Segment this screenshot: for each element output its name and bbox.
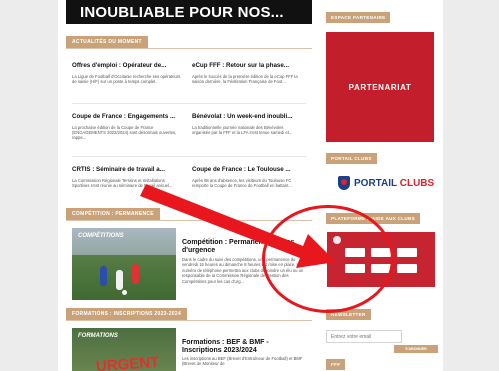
- hero-banner[interactable]: INOUBLIABLE POUR NOS...: [66, 0, 312, 24]
- portail-clubs-text: PORTAIL CLUBS: [354, 178, 434, 189]
- ball-icon: [122, 290, 127, 295]
- news-excerpt: Après 68 ans d'absence, les visiteurs du…: [192, 178, 292, 189]
- news-item[interactable]: CRTIS : Séminaire de travail a... La Com…: [72, 166, 182, 194]
- news-item[interactable]: Offres d'emploi : Opérateur de... La Lig…: [72, 62, 182, 90]
- section-label-competition: COMPÉTITION : PERMANENCE: [66, 208, 160, 220]
- subscribe-button[interactable]: S'ABONNER: [394, 345, 438, 353]
- annotation-circle: [262, 205, 394, 313]
- formations-title[interactable]: Formations : BEF & BMF - Inscriptions 20…: [182, 339, 308, 355]
- section-label-actualites: ACTUALITÉS DU MOMENT: [66, 36, 148, 48]
- news-divider: [72, 103, 306, 104]
- sidebar-label-portail: PORTAIL CLUBS: [326, 153, 377, 164]
- sidebar-label-partner: ESPACE PARTENAIRE: [326, 12, 391, 23]
- player-figure: [116, 270, 123, 290]
- hero-title: INOUBLIABLE POUR NOS...: [80, 4, 284, 21]
- news-excerpt: La traditionnelle journée nationale des …: [192, 125, 293, 136]
- portail-accent-text: CLUBS: [399, 177, 435, 189]
- player-figure: [100, 266, 107, 286]
- news-title[interactable]: Bénévolat : Un week-end inoubli...: [192, 113, 302, 120]
- news-title[interactable]: eCup FFF : Retour sur la phase...: [192, 62, 302, 69]
- news-title[interactable]: CRTIS : Séminaire de travail a...: [72, 166, 182, 173]
- news-item[interactable]: Bénévolat : Un week-end inoubli... La tr…: [192, 113, 302, 141]
- news-item[interactable]: eCup FFF : Retour sur la phase... Après …: [192, 62, 302, 90]
- news-title[interactable]: Coupe de France : Engagements ...: [72, 113, 182, 120]
- news-excerpt: La prochaine édition de la Coupe de Fran…: [72, 125, 177, 141]
- competition-image[interactable]: COMPÉTITIONS: [72, 228, 176, 300]
- urgent-badge: URGENT: [95, 353, 160, 371]
- section-divider: [66, 320, 312, 321]
- image-caption: FORMATIONS: [78, 333, 118, 339]
- page: INOUBLIABLE POUR NOS... ACTUALITÉS DU MO…: [58, 0, 443, 371]
- section-label-formations: FORMATIONS : INSCRIPTIONS 2023-2024: [66, 308, 188, 320]
- section-divider: [66, 48, 312, 49]
- news-title[interactable]: Coupe de France : Le Toulouse ...: [192, 166, 302, 173]
- news-excerpt: La Commission Régionale Terrains et Inst…: [72, 178, 173, 189]
- partner-banner-text: PARTENARIAT: [348, 82, 412, 92]
- platform-tile: [397, 248, 417, 257]
- portail-clubs-logo[interactable]: PORTAIL CLUBS: [338, 172, 438, 194]
- formations-excerpt: Les inscriptions au BEF (Brevet d'Entraî…: [182, 356, 303, 367]
- formations-image[interactable]: FORMATIONS URGENT: [72, 328, 176, 371]
- sidebar-label-fff: FFF: [326, 359, 346, 370]
- news-item[interactable]: Coupe de France : Engagements ... La pro…: [72, 113, 182, 141]
- player-figure: [132, 264, 139, 284]
- image-caption: COMPÉTITIONS: [78, 233, 124, 239]
- news-title[interactable]: Offres d'emploi : Opérateur de...: [72, 62, 182, 69]
- fff-shield-icon: [338, 176, 350, 190]
- news-excerpt: La Ligue de Football d'Occitanie recherc…: [72, 74, 181, 85]
- platform-tile: [397, 264, 417, 273]
- newsletter-email-input[interactable]: [326, 330, 402, 343]
- portail-main-text: PORTAIL: [354, 177, 397, 189]
- partner-banner[interactable]: PARTENARIAT: [326, 32, 434, 142]
- section-divider: [66, 220, 312, 221]
- news-item[interactable]: Coupe de France : Le Toulouse ... Après …: [192, 166, 302, 194]
- news-divider: [72, 156, 306, 157]
- news-excerpt: Après le succès de la première édition d…: [192, 74, 298, 85]
